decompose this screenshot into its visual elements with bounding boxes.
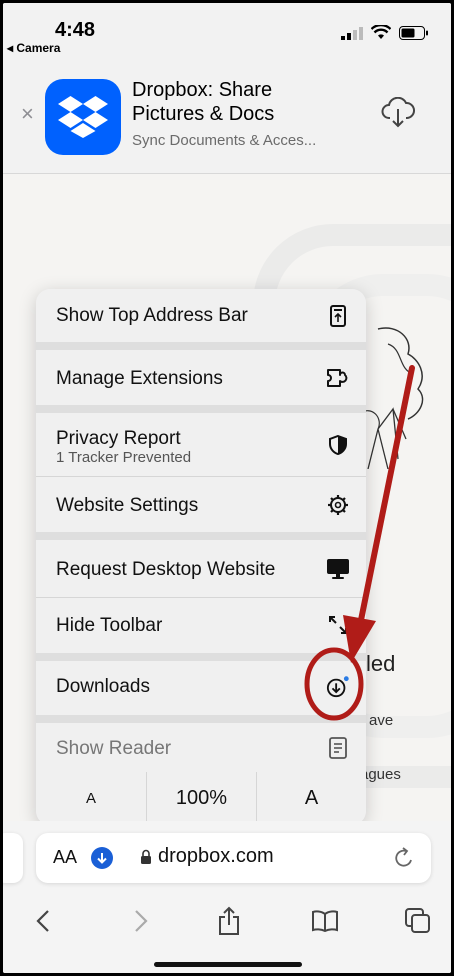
share-icon[interactable]	[209, 901, 249, 941]
lock-icon	[141, 849, 151, 864]
previous-tab-peek[interactable]	[3, 833, 23, 883]
home-indicator	[154, 962, 302, 967]
address-bar[interactable]: AA dropbox.com	[36, 833, 431, 883]
bookmarks-icon[interactable]	[305, 901, 345, 941]
tabs-icon[interactable]	[398, 901, 438, 941]
page-settings-button[interactable]: AA	[53, 847, 77, 868]
annotation-arrow-shaft	[357, 365, 415, 628]
back-icon[interactable]	[23, 901, 63, 941]
safari-toolbar	[3, 901, 451, 941]
annotation-circle	[304, 647, 364, 721]
phone-screen: 4:48 ◂ Camera × Dropbox: Share Pictures …	[3, 3, 451, 973]
bottom-bar: AA dropbox.com	[3, 821, 451, 973]
url-text[interactable]: dropbox.com	[158, 845, 274, 868]
forward-icon[interactable]	[121, 901, 161, 941]
download-status-icon[interactable]	[91, 847, 113, 869]
reload-icon[interactable]	[393, 846, 415, 870]
